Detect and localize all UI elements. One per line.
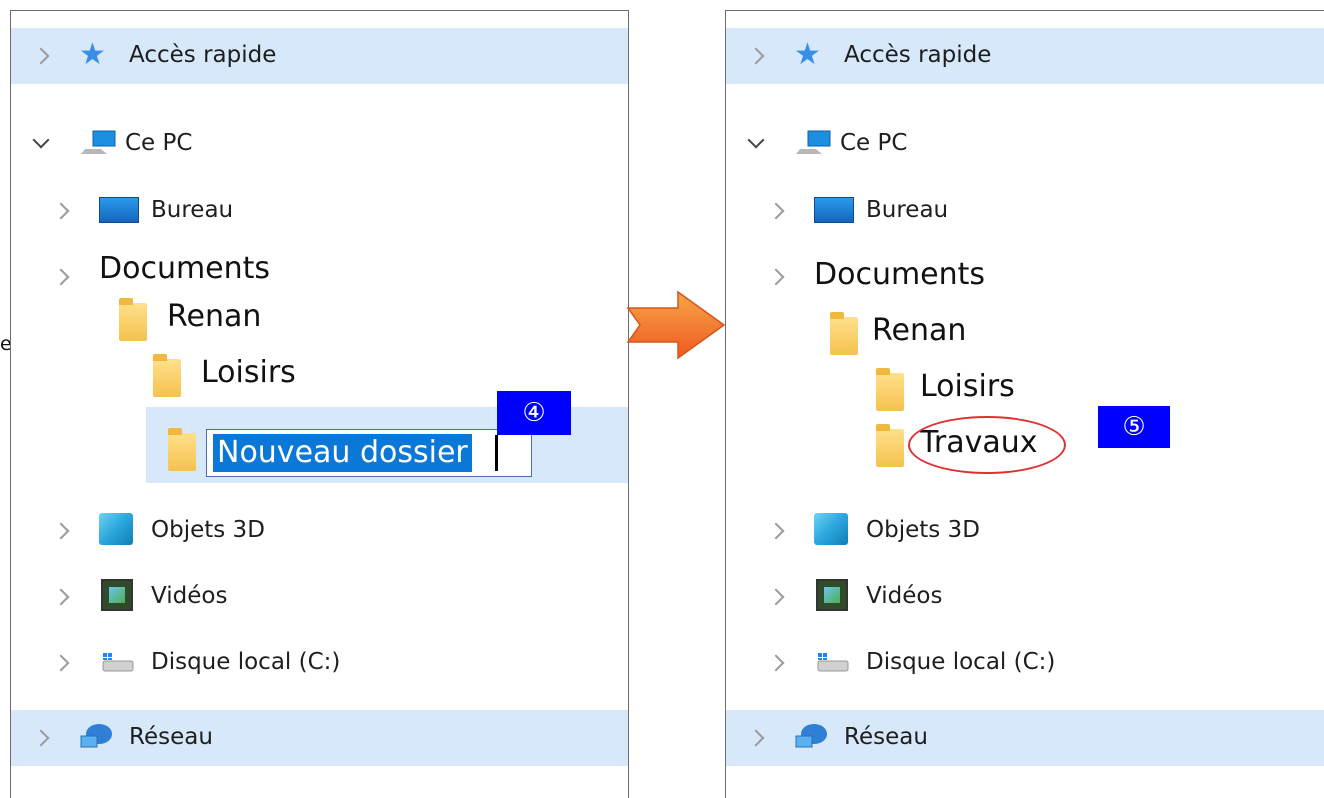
- film-icon: [101, 579, 133, 611]
- step-badge: ⑤: [1098, 406, 1170, 448]
- nav-item-objects-3d[interactable]: Objets 3D: [11, 503, 628, 559]
- chevron-right-icon[interactable]: [767, 268, 785, 286]
- nav-item-local-disk[interactable]: Disque local (C:): [726, 635, 1324, 691]
- chevron-down-icon[interactable]: [32, 131, 50, 149]
- chevron-right-icon[interactable]: [747, 729, 765, 747]
- star-icon: ★: [794, 37, 821, 72]
- rename-selected-text: Nouveau dossier: [213, 434, 472, 472]
- nav-item-desktop[interactable]: Bureau: [726, 183, 1324, 239]
- nav-label: Réseau: [844, 724, 928, 750]
- nav-label: Ce PC: [125, 130, 193, 156]
- nav-item-quick-access[interactable]: ★ Accès rapide: [11, 28, 628, 84]
- nav-label: Réseau: [129, 724, 213, 750]
- nav-label: Disque local (C:): [866, 649, 1056, 675]
- folder-icon: [830, 312, 858, 355]
- chevron-right-icon[interactable]: [52, 522, 70, 540]
- navigation-pane-after: ★ Accès rapide Ce PC Bureau Documents Re…: [725, 10, 1324, 798]
- navigation-pane-before: ★ Accès rapide Ce PC Bureau Documents Re…: [10, 10, 629, 798]
- computer-icon: [796, 130, 831, 154]
- chevron-down-icon[interactable]: [747, 131, 765, 149]
- chevron-right-icon[interactable]: [767, 654, 785, 672]
- nav-item-renan[interactable]: Renan: [726, 307, 1324, 363]
- transition-arrow-icon: [626, 290, 726, 360]
- chevron-right-icon[interactable]: [32, 729, 50, 747]
- nav-item-local-disk[interactable]: Disque local (C:): [11, 635, 628, 691]
- nav-item-videos[interactable]: Vidéos: [726, 569, 1324, 625]
- nav-item-objects-3d[interactable]: Objets 3D: [726, 503, 1324, 559]
- folder-icon: [153, 354, 181, 397]
- nav-label: Vidéos: [866, 583, 943, 609]
- nav-label: Ce PC: [840, 130, 908, 156]
- chevron-right-icon[interactable]: [52, 202, 70, 220]
- folder-icon: [876, 424, 904, 467]
- nav-item-network[interactable]: Réseau: [11, 710, 628, 766]
- nav-item-desktop[interactable]: Bureau: [11, 183, 628, 239]
- nav-item-this-pc[interactable]: Ce PC: [726, 116, 1324, 172]
- nav-label: Accès rapide: [129, 42, 277, 68]
- nav-label: Documents: [99, 251, 271, 286]
- nav-item-network[interactable]: Réseau: [726, 710, 1324, 766]
- drive-icon: [817, 653, 849, 672]
- chevron-right-icon[interactable]: [767, 202, 785, 220]
- chevron-right-icon[interactable]: [52, 654, 70, 672]
- nav-label: Disque local (C:): [151, 649, 341, 675]
- nav-label: Accès rapide: [844, 42, 992, 68]
- nav-label: Bureau: [866, 197, 949, 223]
- chevron-right-icon[interactable]: [747, 47, 765, 65]
- step-badge: ④: [497, 391, 571, 435]
- nav-item-loisirs[interactable]: Loisirs: [726, 363, 1324, 419]
- desktop-icon: [99, 197, 139, 223]
- text-caret: [495, 435, 498, 471]
- nav-item-this-pc[interactable]: Ce PC: [11, 116, 628, 172]
- folder-icon: [876, 368, 904, 411]
- nav-label: Renan: [872, 313, 967, 348]
- cube-icon: [99, 513, 133, 545]
- nav-item-videos[interactable]: Vidéos: [11, 569, 628, 625]
- nav-label: Objets 3D: [866, 517, 980, 543]
- nav-item-renan[interactable]: Renan: [11, 293, 628, 349]
- chevron-right-icon[interactable]: [767, 522, 785, 540]
- nav-label: Objets 3D: [151, 517, 265, 543]
- network-icon: [80, 724, 112, 748]
- nav-label: Renan: [167, 299, 262, 334]
- nav-label: Loisirs: [201, 355, 296, 390]
- chevron-right-icon[interactable]: [767, 588, 785, 606]
- rename-input[interactable]: Nouveau dossier: [206, 429, 532, 477]
- nav-label: Loisirs: [920, 369, 1015, 404]
- nav-label: Vidéos: [151, 583, 228, 609]
- computer-icon: [81, 130, 116, 154]
- drive-icon: [102, 653, 134, 672]
- cube-icon: [814, 513, 848, 545]
- nav-label: Bureau: [151, 197, 234, 223]
- chevron-right-icon[interactable]: [52, 588, 70, 606]
- desktop-icon: [814, 197, 854, 223]
- nav-item-documents[interactable]: Documents: [726, 249, 1324, 305]
- highlight-oval: [908, 416, 1066, 474]
- chevron-right-icon[interactable]: [52, 268, 70, 286]
- network-icon: [795, 724, 827, 748]
- chevron-right-icon[interactable]: [32, 47, 50, 65]
- film-icon: [816, 579, 848, 611]
- star-icon: ★: [79, 37, 106, 72]
- nav-item-quick-access[interactable]: ★ Accès rapide: [726, 28, 1324, 84]
- nav-label: Documents: [814, 257, 986, 292]
- folder-icon: [168, 428, 196, 471]
- folder-icon: [119, 298, 147, 341]
